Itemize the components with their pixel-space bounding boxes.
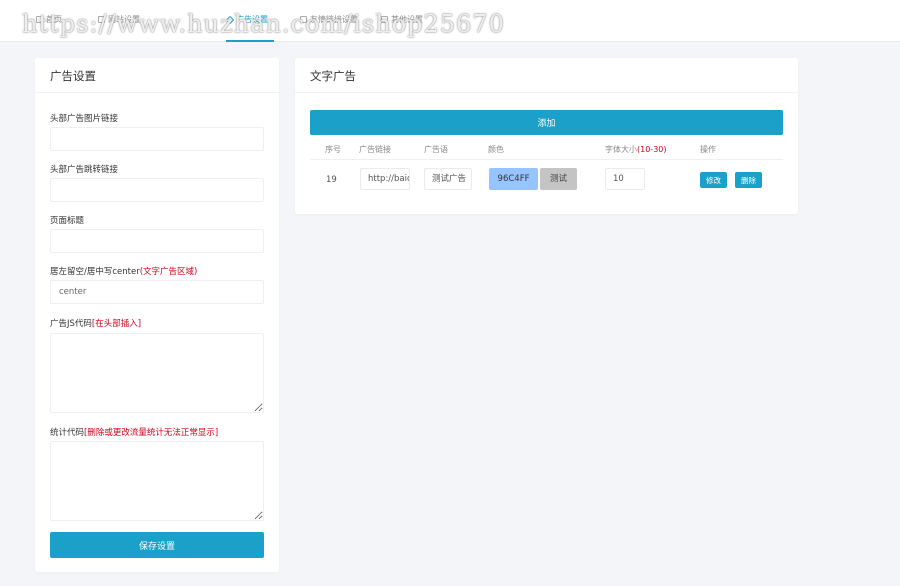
nav-item-label: 其他设置: [391, 15, 423, 24]
font-size-header-note: (10-30): [637, 145, 667, 154]
card-title: 广告设置: [50, 69, 96, 83]
cell-color-input[interactable]: 96C4FF: [489, 168, 538, 190]
stats-code-textarea[interactable]: [50, 441, 264, 521]
top-nav: 首页 网站设置 广告设置 友情链接设置 其他设置: [0, 0, 900, 42]
delete-button[interactable]: 删除: [735, 172, 762, 188]
nav-active-indicator: [226, 40, 274, 42]
js-code-textarea[interactable]: [50, 333, 264, 413]
cell-id: 19: [326, 175, 337, 185]
page-title-label: 页面标题: [50, 216, 85, 226]
column-header-actions: 操作: [700, 145, 716, 154]
js-code-label: 广告JS代码[在头部插入]: [50, 317, 141, 329]
table-header-divider: [310, 159, 783, 160]
nav-item-ad-settings[interactable]: 广告设置: [225, 14, 268, 25]
cell-font-size-input[interactable]: 10: [605, 168, 645, 190]
cell-link-input[interactable]: http://baidu.com: [360, 168, 410, 190]
nav-item-label: 广告设置: [236, 15, 268, 24]
paper-plane-icon: [225, 15, 235, 24]
column-header-id: 序号: [325, 145, 341, 154]
column-header-link: 广告链接: [359, 145, 391, 154]
column-header-color: 颜色: [488, 145, 504, 154]
nav-item-site-settings[interactable]: 网站设置: [98, 14, 140, 25]
font-size-header-text: 字体大小: [605, 145, 637, 154]
color-preview-button[interactable]: 测试: [540, 168, 577, 190]
js-code-label-text: 广告JS代码: [50, 319, 92, 329]
add-ad-button[interactable]: 添加: [310, 110, 783, 135]
header-link-input[interactable]: [50, 178, 264, 202]
column-header-slogan: 广告语: [424, 145, 448, 154]
home-icon: [36, 16, 43, 23]
link-icon: [300, 16, 307, 23]
save-settings-button[interactable]: 保存设置: [50, 532, 264, 558]
align-note: (文字广告区域): [139, 267, 198, 277]
nav-item-label: 网站设置: [108, 15, 140, 24]
align-label: 居左留空/居中写center(文字广告区域): [50, 265, 197, 277]
header-image-input[interactable]: [50, 127, 264, 151]
edit-button[interactable]: 修改: [700, 172, 727, 188]
divider: [35, 92, 279, 93]
stats-code-label-text: 统计代码: [50, 428, 85, 438]
js-code-note: [在头部插入]: [91, 319, 142, 329]
page-title-input[interactable]: [50, 229, 264, 253]
card-title: 文字广告: [310, 69, 356, 83]
align-input[interactable]: [50, 280, 264, 304]
gear-icon: [98, 16, 105, 23]
nav-item-other[interactable]: 其他设置: [381, 14, 423, 25]
header-image-label: 头部广告图片链接: [50, 114, 119, 124]
stats-code-label: 统计代码[删除或更改流量统计无法正常显示]: [50, 426, 218, 438]
nav-item-label: 友情链接设置: [310, 15, 358, 24]
stats-code-note: [删除或更改流量统计无法正常显示]: [84, 428, 219, 438]
ad-settings-card: 广告设置 头部广告图片链接 头部广告跳转链接 页面标题 居左留空/居中写cent…: [35, 58, 279, 572]
nav-item-label: 首页: [46, 15, 62, 24]
header-link-label: 头部广告跳转链接: [50, 165, 119, 175]
text-ads-card: 文字广告 添加 序号 广告链接 广告语 颜色 字体大小(10-30) 操作 19…: [295, 58, 798, 214]
cell-slogan-input[interactable]: 测试广告: [424, 168, 472, 190]
align-label-text: 居左留空/居中写center: [50, 267, 140, 277]
nav-item-home[interactable]: 首页: [36, 14, 62, 25]
divider: [295, 92, 798, 93]
column-header-font-size: 字体大小(10-30): [605, 144, 667, 155]
nav-item-friend-links[interactable]: 友情链接设置: [300, 14, 358, 25]
wrench-icon: [381, 16, 388, 23]
